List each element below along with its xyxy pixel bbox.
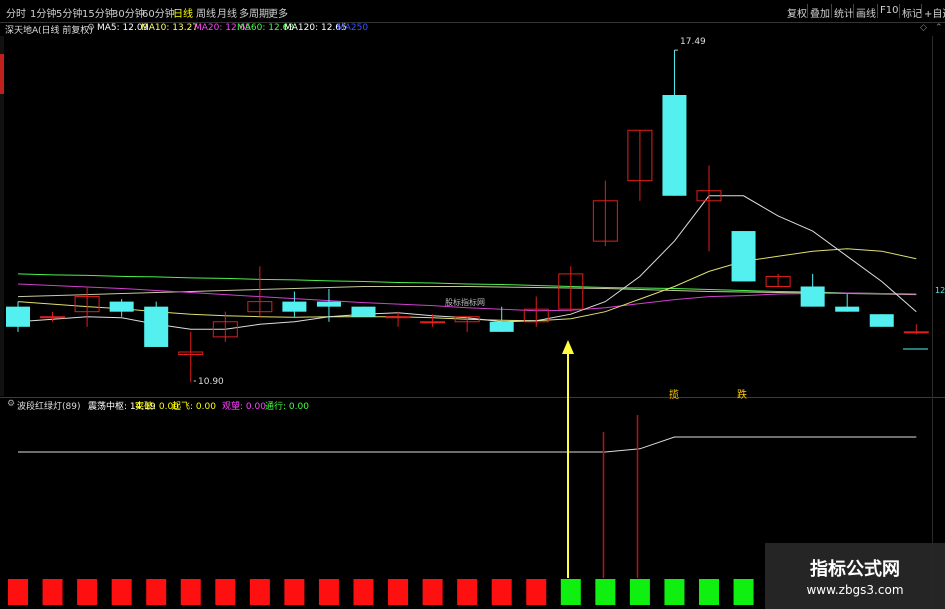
traffic-light-red bbox=[215, 579, 236, 605]
candle-body-down bbox=[144, 306, 169, 347]
traffic-light-red bbox=[491, 579, 512, 605]
traffic-light-green bbox=[699, 579, 719, 605]
indicator-field: 通行: 0.00 bbox=[265, 402, 309, 412]
ma-line-ma60 bbox=[17, 273, 917, 295]
signal-marker-zhang: 揽 bbox=[669, 390, 679, 401]
traffic-light-green bbox=[560, 579, 581, 605]
traffic-light-green bbox=[733, 579, 754, 605]
traffic-light-red bbox=[284, 579, 305, 605]
breakout-arrow-head bbox=[562, 340, 574, 354]
signal-marker-die: 跌 bbox=[737, 390, 747, 401]
traffic-light-red bbox=[457, 579, 478, 605]
right-edge-price: 12 bbox=[935, 286, 945, 295]
traffic-light-red bbox=[318, 579, 339, 605]
candle-body-down bbox=[316, 301, 341, 307]
candle-body-up bbox=[385, 316, 411, 319]
candle-body-up bbox=[40, 316, 66, 319]
candle-body-down bbox=[109, 301, 134, 312]
candle-body-down bbox=[835, 306, 860, 312]
traffic-light-green bbox=[595, 579, 616, 605]
candle-body-up bbox=[903, 331, 929, 334]
candle-body-down bbox=[6, 306, 30, 327]
traffic-light-green bbox=[629, 579, 650, 605]
traffic-light-red bbox=[249, 579, 270, 605]
center-watermark: 股标指标网 bbox=[445, 298, 485, 307]
indicator-title[interactable]: 波段红绿灯(89) bbox=[17, 399, 80, 412]
traffic-light-red bbox=[388, 579, 409, 605]
traffic-light-red bbox=[111, 579, 132, 605]
candle-body-down bbox=[731, 231, 756, 282]
candle-body-down bbox=[282, 301, 307, 312]
candle-body-up bbox=[420, 321, 446, 324]
candle-body-down bbox=[869, 314, 894, 327]
traffic-light-red bbox=[422, 579, 443, 605]
traffic-light-red bbox=[526, 579, 547, 605]
indicator-field: 起飞: 0.00 bbox=[172, 402, 216, 412]
traffic-light-red bbox=[146, 579, 167, 605]
site-watermark: 指标公式网 www.zbgs3.com bbox=[765, 543, 945, 609]
high-price-label: 17.49 bbox=[680, 37, 706, 47]
traffic-light-green bbox=[664, 579, 685, 605]
watermark-url: www.zbgs3.com bbox=[806, 583, 904, 597]
candle-body-down bbox=[662, 95, 687, 196]
indicator-settings-icon[interactable]: ⚙ bbox=[7, 399, 15, 409]
traffic-light-red bbox=[8, 579, 28, 605]
traffic-light-red bbox=[180, 579, 201, 605]
traffic-light-red bbox=[77, 579, 98, 605]
low-price-label: 10.90 bbox=[198, 377, 224, 387]
traffic-light-red bbox=[353, 579, 374, 605]
watermark-title: 指标公式网 bbox=[810, 559, 900, 580]
candle-body-down bbox=[489, 321, 514, 332]
traffic-light-red bbox=[42, 579, 63, 605]
candle-body-down bbox=[351, 306, 376, 317]
zhongshu-line bbox=[18, 436, 917, 453]
indicator-field: 观望: 0.00 bbox=[222, 402, 266, 412]
candle-body-down bbox=[800, 286, 825, 307]
